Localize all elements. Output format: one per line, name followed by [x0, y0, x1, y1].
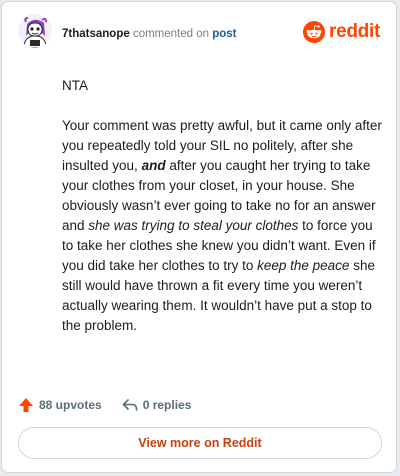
post-link[interactable]: post: [212, 28, 236, 40]
view-more-button[interactable]: View more on Reddit: [18, 427, 382, 459]
upvote-arrow-icon: [19, 398, 33, 412]
emphasis-text: keep the peace: [257, 258, 350, 273]
reply-arrow-icon: [122, 399, 138, 411]
reply-button[interactable]: 0 replies: [122, 397, 192, 413]
upvote-button[interactable]: 88 upvotes: [18, 397, 102, 413]
reddit-logo[interactable]: reddit: [303, 20, 380, 44]
snoo-avatar-icon: [18, 14, 52, 48]
comment-actions: 88 upvotes 0 replies: [18, 394, 191, 416]
comment-meta: 7thatsanope commented on post: [62, 27, 237, 41]
embedded-comment-card: 7thatsanope commented on post reddit NTA…: [1, 1, 397, 473]
comment-header: 7thatsanope commented on post reddit: [18, 14, 380, 54]
reddit-wordmark: reddit: [329, 21, 380, 42]
commented-on-text: commented on: [129, 28, 213, 40]
comment-verdict: NTA: [62, 78, 88, 93]
upvote-count: 88 upvotes: [39, 398, 102, 412]
reddit-logo-icon: [303, 21, 326, 43]
comment-body: NTA Your comment was pretty awful, but i…: [62, 76, 382, 336]
emphasis-text: she was trying to steal your clothes: [88, 218, 299, 233]
comment-paragraph: Your comment was pretty awful, but it ca…: [62, 116, 382, 336]
user-avatar[interactable]: [18, 14, 52, 48]
username-link[interactable]: 7thatsanope: [62, 28, 130, 40]
emphasis-text: and: [141, 158, 166, 173]
reply-count: 0 replies: [142, 398, 192, 412]
